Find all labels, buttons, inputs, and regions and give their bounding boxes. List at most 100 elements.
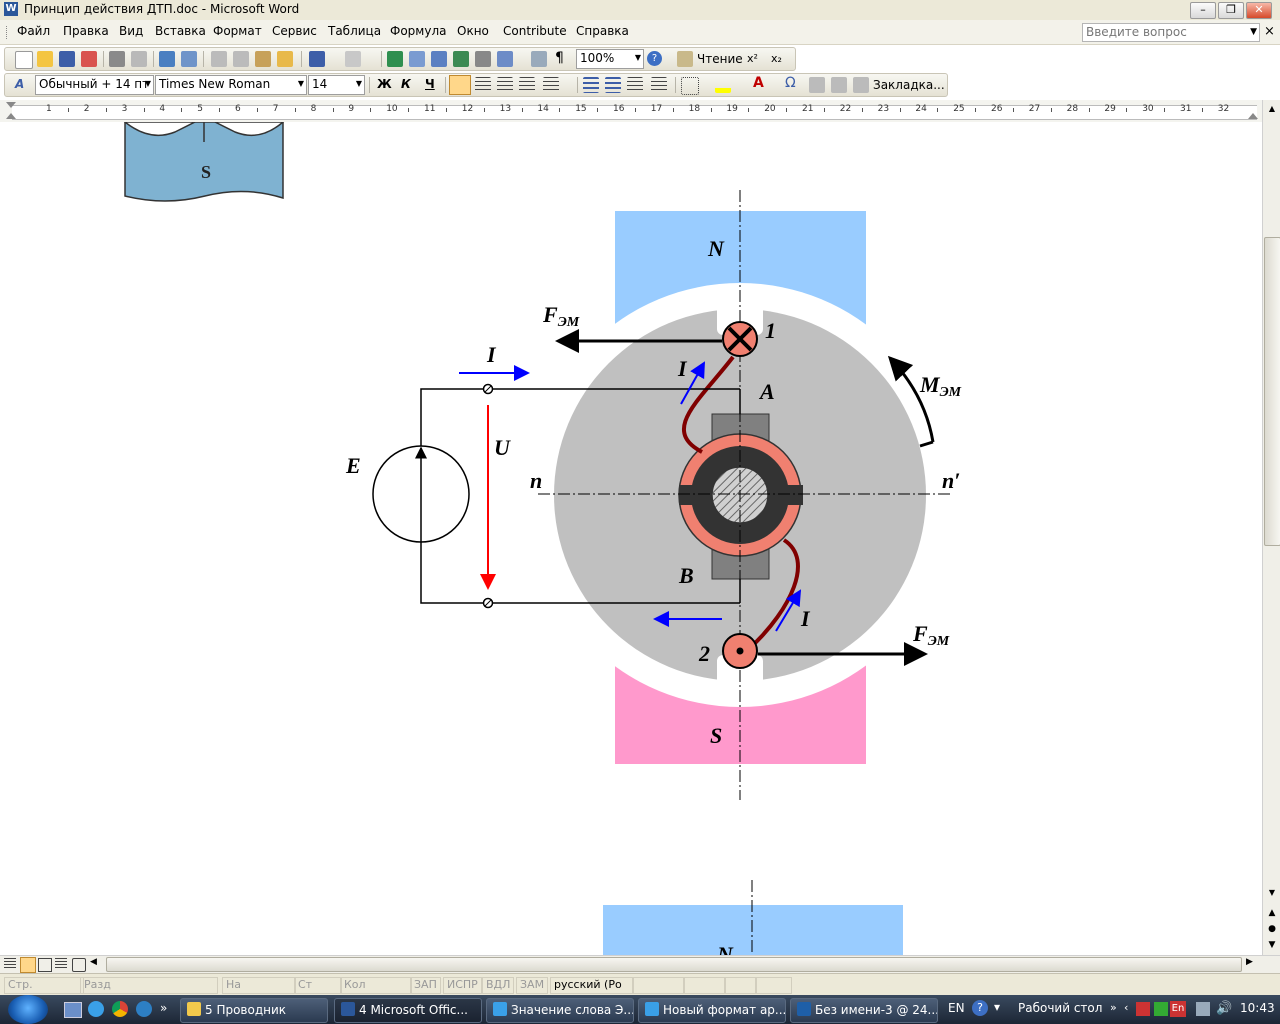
skype-quicklaunch-icon[interactable]	[136, 1001, 152, 1017]
spelling-icon[interactable]	[159, 51, 175, 67]
hyperlink-icon[interactable]	[387, 51, 403, 67]
restore-button[interactable]: ❐	[1218, 2, 1244, 19]
reading-layout-icon[interactable]	[677, 51, 693, 67]
quicklaunch-more-icon[interactable]: »	[160, 1001, 167, 1015]
print-preview-icon[interactable]	[131, 51, 147, 67]
horizontal-scrollbar[interactable]: ◀ ▶	[0, 955, 1280, 973]
borders-icon[interactable]	[681, 77, 699, 95]
line-spacing-icon[interactable]	[543, 77, 559, 93]
status-trk[interactable]: ИСПР	[443, 977, 482, 994]
ask-question-input[interactable]: Введите вопрос ▼	[1082, 23, 1260, 42]
network-tray-icon[interactable]	[1154, 1002, 1168, 1016]
scroll-up-icon[interactable]: ▲	[1265, 102, 1279, 116]
right-indent-marker[interactable]	[1248, 113, 1258, 119]
open-icon[interactable]	[37, 51, 53, 67]
new-document-icon[interactable]	[15, 51, 33, 69]
help-icon[interactable]: ?	[647, 51, 662, 66]
help-tray-icon[interactable]: ?	[972, 1000, 988, 1016]
reading-view-icon[interactable]	[72, 958, 86, 972]
outline-view-icon[interactable]	[55, 958, 67, 970]
chrome-quicklaunch-icon[interactable]	[112, 1001, 128, 1017]
browse-object-icon[interactable]: ●	[1265, 922, 1279, 936]
status-language[interactable]: русский (Ро	[550, 977, 634, 994]
subscript-button[interactable]: x₂	[771, 52, 782, 65]
menu-edit[interactable]: Правка	[63, 24, 109, 38]
permission-icon[interactable]	[81, 51, 97, 67]
horizontal-ruler[interactable]: 1 2 3 4 5 6 7 8 9 10 11 12 13 14 15 16 17 18 19 20 21 22 23 24 2…	[0, 100, 1280, 123]
document-map-icon[interactable]	[531, 51, 547, 67]
task-browser-2[interactable]: Новый формат ар...	[638, 998, 786, 1023]
status-rec[interactable]: ЗАП	[410, 977, 441, 994]
scroll-right-icon[interactable]: ▶	[1246, 957, 1253, 967]
tables-borders-icon[interactable]	[409, 51, 425, 67]
font-select[interactable]: Times New Roman ▼	[155, 75, 307, 95]
status-spelling-icon[interactable]	[632, 977, 684, 994]
bold-button[interactable]: Ж	[377, 77, 392, 91]
align-center-icon[interactable]	[475, 77, 491, 93]
field-icon[interactable]	[809, 77, 825, 93]
save-icon[interactable]	[59, 51, 75, 67]
minimize-button[interactable]: –	[1190, 2, 1216, 19]
research-icon[interactable]	[181, 51, 197, 67]
underline-button[interactable]: Ч	[425, 77, 435, 91]
insert-excel-icon[interactable]	[453, 51, 469, 67]
align-left-button[interactable]	[449, 75, 471, 95]
volume-icon[interactable]: 🔊	[1216, 1001, 1232, 1016]
zoom-select[interactable]: 100% ▼	[576, 49, 644, 69]
show-formatting-icon[interactable]: ¶	[555, 50, 564, 66]
menu-table[interactable]: Таблица	[328, 24, 381, 38]
status-ovr[interactable]: ЗАМ	[516, 977, 549, 994]
menu-view[interactable]: Вид	[119, 24, 143, 38]
prev-page-icon[interactable]: ▲	[1265, 906, 1279, 920]
left-indent-marker[interactable]	[6, 113, 16, 119]
numbering-icon[interactable]	[583, 77, 599, 93]
print-view-icon[interactable]	[38, 958, 52, 972]
scroll-left-icon[interactable]: ◀	[90, 957, 97, 967]
menu-file[interactable]: Файл	[17, 24, 50, 38]
equation-icon[interactable]	[831, 77, 847, 93]
hscroll-thumb[interactable]	[106, 957, 1242, 972]
menu-format[interactable]: Формат	[213, 24, 262, 38]
language-indicator[interactable]: EN	[948, 1001, 965, 1015]
task-photoshop[interactable]: Без имени-3 @ 24...	[790, 998, 938, 1023]
menu-window[interactable]: Окно	[457, 24, 489, 38]
ask-dropdown-icon[interactable]: ▼	[1250, 27, 1257, 37]
undo-icon[interactable]	[309, 51, 325, 67]
task-explorer[interactable]: 5 Проводник	[180, 998, 328, 1023]
print-icon[interactable]	[109, 51, 125, 67]
start-button[interactable]	[8, 995, 48, 1024]
keyboard-layout-icon[interactable]: En	[1170, 1001, 1186, 1017]
justify-icon[interactable]	[519, 77, 535, 93]
menu-help[interactable]: Справка	[576, 24, 629, 38]
first-line-indent-marker[interactable]	[6, 102, 16, 108]
drawing-icon[interactable]	[497, 51, 513, 67]
scroll-thumb[interactable]	[1264, 237, 1280, 546]
increase-indent-icon[interactable]	[651, 77, 667, 93]
status-ext[interactable]: ВДЛ	[482, 977, 515, 994]
superscript-button[interactable]: x²	[747, 52, 758, 65]
tray-expand-icon[interactable]: ▾	[994, 1000, 1000, 1014]
font-size-select[interactable]: 14 ▼	[308, 75, 365, 95]
cut-icon[interactable]	[211, 51, 227, 67]
close-button[interactable]: ✕	[1246, 2, 1272, 19]
decrease-indent-icon[interactable]	[627, 77, 643, 93]
reading-button[interactable]: Чтение	[697, 52, 743, 66]
align-right-icon[interactable]	[497, 77, 513, 93]
styles-icon[interactable]: A	[15, 77, 24, 91]
format-painter-icon[interactable]	[277, 51, 293, 67]
scroll-down-icon[interactable]: ▼	[1265, 886, 1279, 900]
desktop-toolbar[interactable]: Рабочий стол	[1018, 1001, 1102, 1015]
web-view-icon[interactable]	[20, 957, 36, 973]
close-document-button[interactable]: ×	[1264, 24, 1275, 39]
show-desktop-icon[interactable]	[64, 1002, 82, 1018]
font-color-icon[interactable]: A	[753, 75, 764, 91]
clock[interactable]: 10:43	[1240, 1001, 1275, 1015]
italic-button[interactable]: К	[401, 77, 411, 91]
normal-view-icon[interactable]	[4, 958, 16, 970]
security-tray-icon[interactable]	[1136, 1002, 1150, 1016]
symbol-icon[interactable]	[853, 77, 869, 93]
display-tray-icon[interactable]	[1196, 1002, 1210, 1016]
highlight-icon[interactable]	[715, 77, 731, 93]
document-page[interactable]: S N S FЭМ FЭМ MЭМ I I I U E n n′ A B 1 2…	[0, 122, 1262, 955]
task-browser-1[interactable]: Значение слова Э...	[486, 998, 634, 1023]
